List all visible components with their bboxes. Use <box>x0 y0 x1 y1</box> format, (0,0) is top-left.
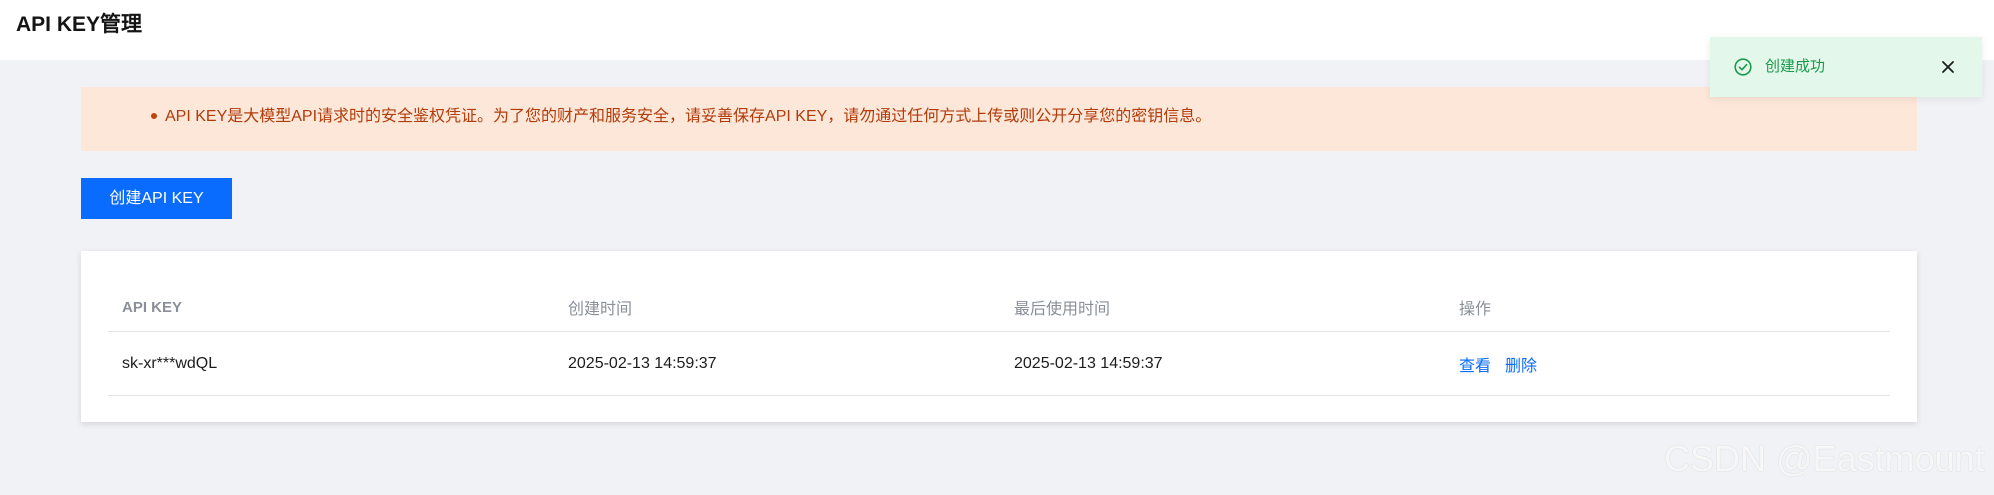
api-key-value: sk-xr***wdQL <box>122 354 218 372</box>
toast-message: 创建成功 <box>1765 58 1826 75</box>
check-circle-icon <box>1734 58 1752 76</box>
success-toast: 创建成功 <box>1710 37 1982 97</box>
column-header-actions: 操作 <box>1459 301 1492 318</box>
watermark: CSDN @Eastmount <box>1664 438 1985 479</box>
page-title: API KEY管理 <box>16 13 143 36</box>
row-actions: 查看 删除 <box>1459 332 1551 395</box>
column-header-created: 创建时间 <box>568 301 633 318</box>
last-used-time: 2025-02-13 14:59:37 <box>1014 354 1163 372</box>
close-icon[interactable] <box>1938 57 1958 77</box>
created-time: 2025-02-13 14:59:37 <box>568 354 717 372</box>
column-header-last-used: 最后使用时间 <box>1014 301 1111 318</box>
table-row: sk-xr***wdQL 2025-02-13 14:59:37 2025-02… <box>108 332 1890 396</box>
security-notice: API KEY是大模型API请求时的安全鉴权凭证。为了您的财产和服务安全，请妥善… <box>81 87 1917 151</box>
delete-link[interactable]: 删除 <box>1505 352 1537 376</box>
api-key-table: API KEY 创建时间 最后使用时间 操作 sk-xr***wdQL 2025… <box>81 251 1917 422</box>
create-api-key-button[interactable]: 创建API KEY <box>81 178 232 219</box>
column-header-api-key: API KEY <box>122 298 183 316</box>
page-header: API KEY管理 <box>0 0 1994 60</box>
table-header: API KEY 创建时间 最后使用时间 操作 <box>108 283 1890 332</box>
view-link[interactable]: 查看 <box>1459 352 1491 376</box>
notice-text: API KEY是大模型API请求时的安全鉴权凭证。为了您的财产和服务安全，请妥善… <box>165 108 1212 125</box>
bullet-icon <box>151 113 157 119</box>
